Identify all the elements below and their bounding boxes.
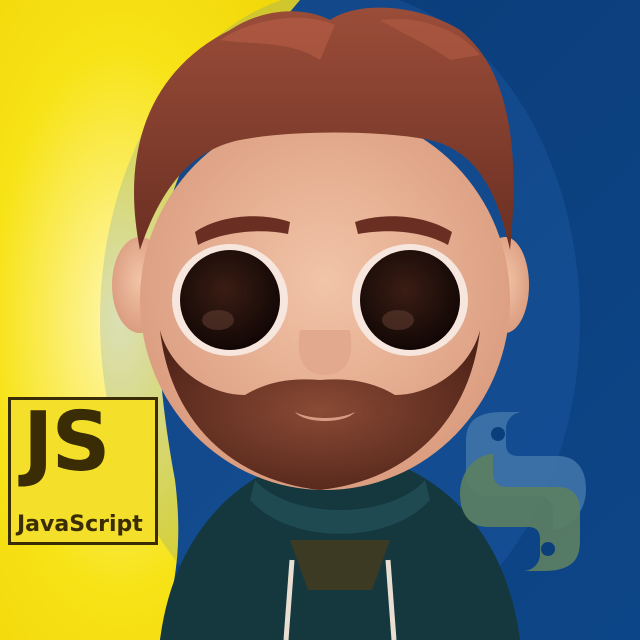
js-logo-letters: JS <box>23 395 111 490</box>
avatar-image: JS JavaScript <box>0 0 640 640</box>
js-logo-word: JavaScript <box>17 512 143 537</box>
javascript-badge: JS JavaScript <box>8 397 158 545</box>
python-logo-icon <box>460 412 586 571</box>
